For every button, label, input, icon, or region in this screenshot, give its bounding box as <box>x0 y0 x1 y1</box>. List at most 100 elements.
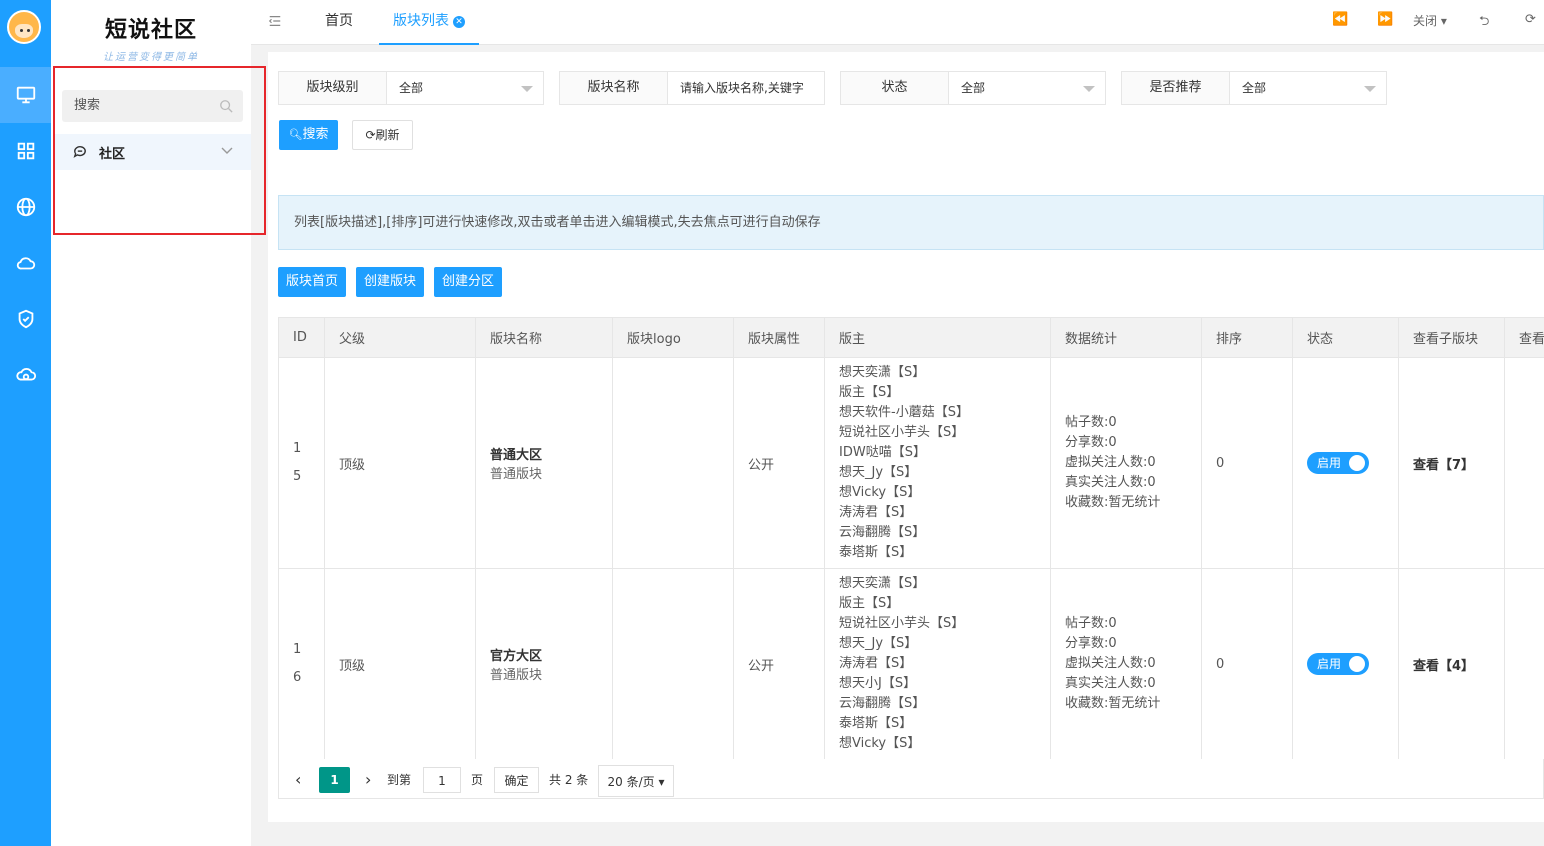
close-tab-icon[interactable]: ✕ <box>453 16 465 28</box>
goto-confirm-button[interactable]: 确定 <box>494 767 539 793</box>
cloud-icon[interactable] <box>0 235 51 291</box>
close-menu-button[interactable]: 关闭 ▾ <box>1413 12 1447 29</box>
cell-name[interactable]: 官方大区 普通版块 <box>475 568 613 760</box>
moderator: 云海翻腾【S】 <box>839 696 926 711</box>
top-bar: 首页 版块列表 ✕ ⏪ ⏩ 关闭 ▾ ⮌ ⟳ <box>251 0 1544 45</box>
view-children-link[interactable]: 查看【4】 <box>1413 659 1474 674</box>
icon-rail <box>0 0 51 846</box>
forum-desc[interactable]: 普通版块 <box>490 463 612 482</box>
moderator: 短说社区小芋头【S】 <box>839 616 965 631</box>
moderator: 版主【S】 <box>839 596 900 611</box>
filter-status[interactable]: 状态 全部 <box>840 71 1106 105</box>
moderator: 想Vicky【S】 <box>839 485 921 500</box>
filter-select[interactable]: 全部 <box>949 72 1105 104</box>
logo[interactable]: 短说社区 让运营变得更简单 <box>51 8 251 66</box>
filter-name-placeholder: 请输入版块名称,关键字 <box>680 81 804 95</box>
filter-label: 版块名称 <box>560 72 668 104</box>
page-size-select[interactable]: 20 条/页 ▾ <box>598 765 674 797</box>
stat-line: 分享数:0 <box>1065 435 1117 450</box>
status-toggle-label: 启用 <box>1317 657 1342 671</box>
tab-home[interactable]: 首页 <box>325 0 353 45</box>
status-toggle[interactable]: 启用 <box>1307 653 1369 675</box>
moderator: 想天小J【S】 <box>839 676 917 691</box>
cell-moderators: 想天奕潇【S】 版主【S】 想天软件-小蘑菇【S】 短说社区小芋头【S】 IDW… <box>824 357 1051 569</box>
page-current[interactable]: 1 <box>319 767 350 793</box>
toggle-knob <box>1349 656 1365 672</box>
prev-page-icon[interactable]: ‹ <box>295 767 301 793</box>
cell-attr: 公开 <box>733 357 825 569</box>
filter-select[interactable]: 全部 <box>1230 72 1386 104</box>
globe-icon[interactable] <box>0 179 51 235</box>
col-id[interactable]: ID <box>278 317 325 358</box>
forum-name: 普通大区 <box>490 448 543 463</box>
col-attr[interactable]: 版块属性 <box>733 317 825 358</box>
status-toggle-label: 启用 <box>1317 456 1342 470</box>
cell-id: 16 <box>278 568 325 760</box>
filter-forum-level[interactable]: 版块级别 全部 <box>278 71 544 105</box>
filter-recommended[interactable]: 是否推荐 全部 <box>1121 71 1387 105</box>
grid-icon[interactable] <box>0 123 51 179</box>
col-logo[interactable]: 版块logo <box>612 317 734 358</box>
total-count: 共 2 条 <box>549 773 589 787</box>
cell-parent: 顶级 <box>324 568 476 760</box>
menu-fold-icon[interactable] <box>268 14 282 28</box>
moderator: 想Vicky【S】 <box>839 736 921 751</box>
rewind-icon[interactable]: ⏪ <box>1332 12 1348 27</box>
cell-sort[interactable]: 0 <box>1201 357 1293 569</box>
monitor-icon[interactable] <box>0 67 51 123</box>
tab-forum-list-label: 版块列表 <box>393 13 449 29</box>
cell-name[interactable]: 普通大区 普通版块 <box>475 357 613 569</box>
col-moderators[interactable]: 版主 <box>824 317 1051 358</box>
col-parent[interactable]: 父级 <box>324 317 476 358</box>
view-children-link[interactable]: 查看【7】 <box>1413 458 1474 473</box>
forum-home-button[interactable]: 版块首页 <box>278 267 346 297</box>
filter-select[interactable]: 全部 <box>387 72 543 104</box>
next-page-icon[interactable]: › <box>365 767 371 793</box>
search-button[interactable]: 🔍︎搜索 <box>279 120 338 150</box>
col-view-children[interactable]: 查看子版块 <box>1398 317 1505 358</box>
moderator: 想天_Jy【S】 <box>839 636 918 651</box>
col-sort[interactable]: 排序 <box>1201 317 1293 358</box>
id-part: 6 <box>293 670 302 685</box>
filter-label: 版块级别 <box>279 72 387 104</box>
col-view[interactable]: 查看 <box>1504 317 1544 358</box>
table-header-row: ID 父级 版块名称 版块logo 版块属性 版主 数据统计 排序 状态 查看子… <box>278 317 1544 358</box>
moderator: 想天软件-小蘑菇【S】 <box>839 405 969 420</box>
back-icon[interactable]: ⮌ <box>1479 12 1489 34</box>
status-toggle[interactable]: 启用 <box>1307 452 1369 474</box>
cell-attr: 公开 <box>733 568 825 760</box>
col-status[interactable]: 状态 <box>1292 317 1399 358</box>
filter-forum-name[interactable]: 版块名称 请输入版块名称,关键字 <box>559 71 825 105</box>
moderator: 想天奕潇【S】 <box>839 576 926 591</box>
close-menu-label: 关闭 <box>1413 14 1438 28</box>
avatar[interactable] <box>7 10 41 44</box>
tab-forum-list[interactable]: 版块列表 ✕ <box>379 0 479 45</box>
stat-line: 收藏数:暂无统计 <box>1065 495 1161 510</box>
dropdown-arrow-icon <box>521 86 533 92</box>
goto-page-input[interactable]: 1 <box>423 767 461 793</box>
cell-id: 15 <box>278 357 325 569</box>
moderator: 泰塔斯【S】 <box>839 716 913 731</box>
refresh-button-label: 刷新 <box>375 128 400 142</box>
filter-select-value: 全部 <box>961 81 986 95</box>
create-zone-button[interactable]: 创建分区 <box>434 267 502 297</box>
refresh-page-icon[interactable]: ⟳ <box>1525 12 1536 27</box>
cell-sort[interactable]: 0 <box>1201 568 1293 760</box>
cloud-cycle-icon[interactable] <box>0 347 51 403</box>
col-name[interactable]: 版块名称 <box>475 317 613 358</box>
pagination: ‹ 1 › 到第 1 页 确定 共 2 条 20 条/页 ▾ <box>278 759 1544 799</box>
forum-desc[interactable]: 普通版块 <box>490 664 612 683</box>
stat-line: 虚拟关注人数:0 <box>1065 455 1156 470</box>
col-stats[interactable]: 数据统计 <box>1050 317 1202 358</box>
cell-stats: 帖子数:0 分享数:0 虚拟关注人数:0 真实关注人数:0 收藏数:暂无统计 <box>1050 357 1202 569</box>
refresh-button[interactable]: ⟳刷新 <box>352 120 413 150</box>
logo-title: 短说社区 <box>104 17 197 43</box>
cell-moderators: 想天奕潇【S】 版主【S】 短说社区小芋头【S】 想天_Jy【S】 涛涛君【S】… <box>824 568 1051 760</box>
forward-icon[interactable]: ⏩ <box>1377 12 1393 27</box>
shield-icon[interactable] <box>0 291 51 347</box>
filter-name-input[interactable]: 请输入版块名称,关键字 <box>668 72 824 104</box>
stat-line: 帖子数:0 <box>1065 616 1117 631</box>
create-forum-button[interactable]: 创建版块 <box>356 267 424 297</box>
moderator: 想天_Jy【S】 <box>839 465 918 480</box>
stat-line: 帖子数:0 <box>1065 415 1117 430</box>
